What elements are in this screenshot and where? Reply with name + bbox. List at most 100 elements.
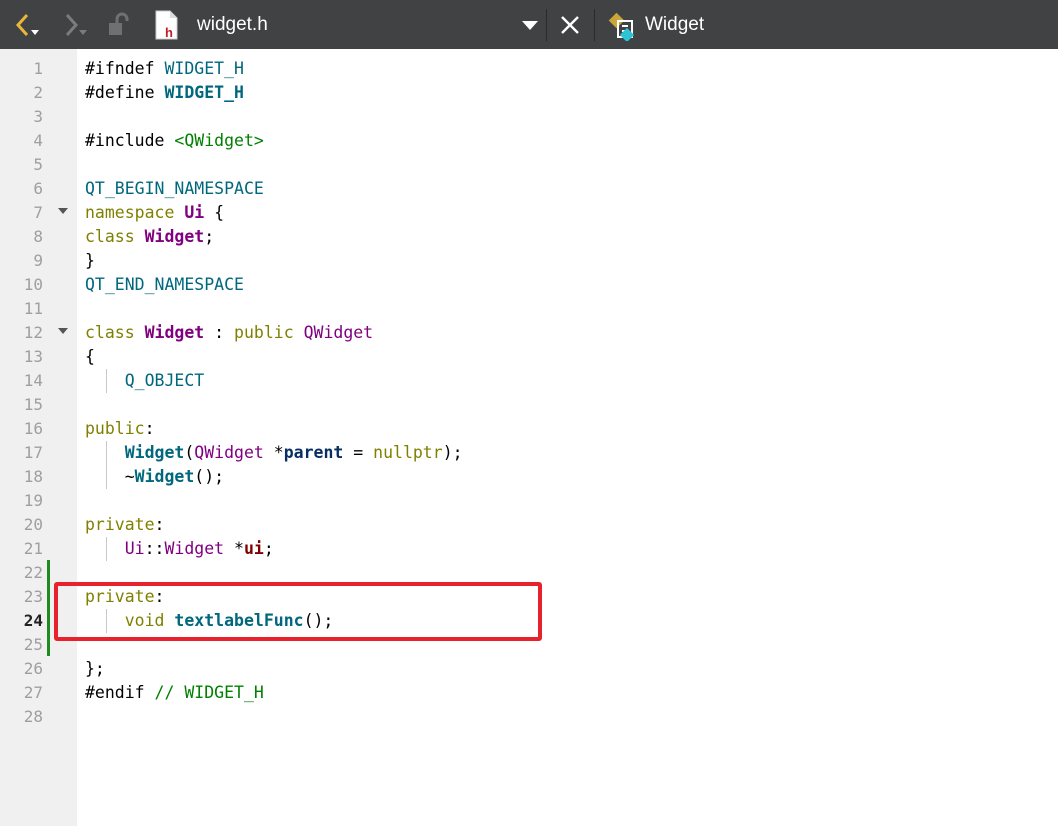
code-line[interactable]: { [85,345,95,369]
line-number[interactable]: 18 [0,465,43,489]
code-token: // WIDGET_H [154,683,264,702]
code-token: QWidget [303,323,374,342]
code-token: ui [243,539,264,558]
code-token: : [144,419,155,438]
code-line[interactable]: #ifndef WIDGET_H [85,57,244,81]
line-number[interactable]: 4 [0,129,43,153]
code-token: WIDGET_H [164,83,244,102]
code-line[interactable]: QT_BEGIN_NAMESPACE [85,177,264,201]
code-token: QT_BEGIN_NAMESPACE [85,179,264,198]
line-number[interactable]: 9 [0,249,43,273]
lock-icon[interactable] [100,0,136,49]
line-number[interactable]: 16 [0,417,43,441]
line-number[interactable]: 10 [0,273,43,297]
indent-guide [106,537,107,561]
code-token: * [224,539,244,558]
forward-arrow-icon[interactable] [54,0,94,49]
code-token: Widget [144,227,205,246]
line-number[interactable]: 2 [0,81,43,105]
line-number[interactable]: 24 [0,609,43,633]
toolbar-separator [594,9,595,41]
code-token: Ui [124,539,145,558]
code-token: ; [204,227,215,246]
code-line[interactable]: }; [85,657,105,681]
code-line[interactable]: Widget(QWidget *parent = nullptr); [85,441,463,465]
indent-guide [106,441,107,465]
line-number[interactable]: 23 [0,585,43,609]
modified-lines-marker [47,560,50,656]
code-token: Widget [124,443,185,462]
code-token: = [343,443,374,462]
code-token: namespace [85,203,185,222]
line-number[interactable]: 12 [0,321,43,345]
dropdown-icon[interactable] [517,0,543,49]
code-token: #ifndef [85,59,165,78]
code-token: : [154,515,165,534]
code-token: class [85,323,145,342]
code-line[interactable]: private: [85,513,164,537]
code-line[interactable]: QT_END_NAMESPACE [85,273,244,297]
code-editor[interactable] [77,49,1058,826]
line-number[interactable]: 22 [0,561,43,585]
line-number[interactable]: 5 [0,153,43,177]
line-number[interactable]: 13 [0,345,43,369]
code-token: Widget [144,323,205,342]
code-token: #define [85,83,165,102]
code-line[interactable]: class Widget : public QWidget [85,321,373,345]
code-token: } [85,251,95,270]
back-arrow-icon[interactable] [6,0,46,49]
line-number[interactable]: 8 [0,225,43,249]
indent-guide [106,369,107,393]
code-token: { [85,347,95,366]
code-token: parent [283,443,344,462]
code-token: ( [184,443,195,462]
code-token: : [204,323,235,342]
code-line[interactable]: namespace Ui { [85,201,224,225]
fold-marker-icon[interactable] [58,328,68,334]
code-line[interactable]: Ui::Widget *ui; [85,537,274,561]
line-number[interactable]: 14 [0,369,43,393]
fold-marker-icon[interactable] [58,208,68,214]
code-token: <QWidget> [174,131,264,150]
line-number[interactable]: 20 [0,513,43,537]
line-number[interactable]: 7 [0,201,43,225]
line-number[interactable]: 17 [0,441,43,465]
line-number[interactable]: 21 [0,537,43,561]
code-line[interactable]: public: [85,417,155,441]
code-token: }; [85,659,105,678]
svg-text:h: h [165,25,173,40]
code-token: ); [442,443,463,462]
line-number[interactable]: 1 [0,57,43,81]
line-number[interactable]: 3 [0,105,43,129]
line-number[interactable]: 26 [0,657,43,681]
code-line[interactable]: class Widget; [85,225,214,249]
line-number[interactable]: 15 [0,393,43,417]
code-line[interactable]: Q_OBJECT [85,369,204,393]
code-line[interactable]: } [85,249,95,273]
header-file-icon: h [146,0,186,49]
line-number[interactable]: 6 [0,177,43,201]
class-name[interactable]: Widget [645,0,704,49]
indent-guide [106,465,107,489]
close-icon[interactable] [556,0,584,49]
file-name[interactable]: widget.h [197,0,268,49]
highlight-box [54,582,542,641]
code-token: public [85,419,145,438]
code-token: { [204,203,225,222]
code-line[interactable]: #define WIDGET_H [85,81,244,105]
code-line[interactable]: #include <QWidget> [85,129,264,153]
code-token: class [85,227,145,246]
line-number[interactable]: 11 [0,297,43,321]
code-token: private [85,515,155,534]
code-token: #include [85,131,175,150]
code-token: public [234,323,304,342]
line-number[interactable]: 19 [0,489,43,513]
line-number[interactable]: 28 [0,705,43,729]
line-number[interactable]: 27 [0,681,43,705]
code-token: ~ [85,467,135,486]
code-line[interactable]: #endif // WIDGET_H [85,681,264,705]
line-number[interactable]: 25 [0,633,43,657]
